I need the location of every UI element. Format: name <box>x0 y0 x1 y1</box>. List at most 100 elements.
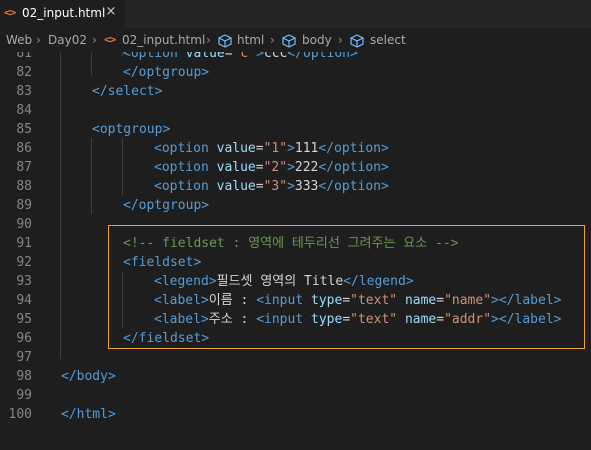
chevron-right-icon: › <box>206 33 211 47</box>
code-text: <option value="c">ccc</option> <box>123 52 358 63</box>
html-file-icon: <> <box>4 6 16 19</box>
symbol-element-icon <box>282 34 296 48</box>
code-token: <option <box>154 141 217 156</box>
code-token: 필드셋 영역의 Title <box>216 274 344 289</box>
breadcrumb-item-select[interactable]: select <box>370 33 406 47</box>
code-line: 92 <fieldset> <box>0 253 591 272</box>
code-token: type <box>311 293 343 308</box>
code-token: </option> <box>318 179 389 194</box>
code-editor[interactable]: 81 <option value="c">ccc</option> 82 </optg… <box>0 52 591 450</box>
code-token: <option <box>154 179 217 194</box>
line-number: 81 <box>16 52 32 61</box>
breadcrumb-item-day02[interactable]: Day02 <box>48 33 87 47</box>
symbol-element-icon <box>350 34 364 48</box>
code-token: value <box>216 141 256 156</box>
code-text: <legend>필드셋 영역의 Title</legend> <box>154 272 414 291</box>
code-token: name <box>404 312 437 327</box>
code-token: "name" <box>444 293 492 308</box>
code-token: ccc <box>263 52 288 61</box>
code-line: 81 <option value="c">ccc</option> <box>0 52 591 63</box>
breadcrumb-item-body[interactable]: body <box>302 33 332 47</box>
code-token: "3" <box>263 179 288 194</box>
code-text: <option value="1">111</option> <box>154 139 389 158</box>
breadcrumb-item-file[interactable]: 02_input.html <box>122 33 205 47</box>
code-text: </optgroup> <box>123 196 209 215</box>
code-token: value <box>185 52 225 61</box>
code-line: 90 <box>0 215 591 234</box>
code-token: <!-- fieldset : 영역에 테두리선 그려주는 요소 --> <box>123 236 459 251</box>
line-number: 99 <box>16 388 32 403</box>
code-token: = <box>436 293 445 308</box>
line-number: 100 <box>8 407 32 422</box>
line-number: 92 <box>16 255 32 270</box>
code-token: </fieldset> <box>123 331 210 346</box>
line-number: 97 <box>16 350 32 365</box>
code-token: </html> <box>61 407 116 422</box>
line-number: 98 <box>16 369 32 384</box>
close-icon[interactable]: × <box>104 5 118 19</box>
chevron-right-icon: › <box>36 33 41 47</box>
code-token: "1" <box>263 141 288 156</box>
code-text: </optgroup> <box>123 63 209 82</box>
code-token: 111 <box>294 141 319 156</box>
tab-label: 02_input.html <box>22 6 106 20</box>
code-token: </option> <box>318 160 389 175</box>
code-text: </fieldset> <box>123 329 209 348</box>
breadcrumb: Web › Day02 › <> 02_input.html › html › … <box>0 30 591 52</box>
line-number: 93 <box>16 274 32 289</box>
code-token: </legend> <box>343 274 414 289</box>
code-token: > <box>491 293 499 308</box>
code-text: </body> <box>61 367 116 386</box>
code-token: </label> <box>498 293 562 308</box>
code-line: 87 <option value="2">222</option> <box>0 158 591 177</box>
code-token: "c" <box>232 52 257 61</box>
code-token: <option <box>123 52 186 61</box>
line-number: 91 <box>16 236 32 251</box>
code-line: 96 </fieldset> <box>0 329 591 348</box>
code-token: value <box>216 179 256 194</box>
line-number: 94 <box>16 293 32 308</box>
code-text: <label>주소 : <input type="text" name="add… <box>154 310 562 329</box>
code-token: > <box>287 179 295 194</box>
tab-bar: <> 02_input.html × <box>0 0 591 28</box>
code-text: </select> <box>92 82 162 101</box>
code-token: <label> <box>154 293 209 308</box>
code-text: <!-- fieldset : 영역에 테두리선 그려주는 요소 --> <box>123 234 459 253</box>
breadcrumb-item-web[interactable]: Web <box>6 33 32 47</box>
code-token: = <box>255 141 264 156</box>
code-token: </option> <box>318 141 389 156</box>
code-text: <fieldset> <box>123 253 201 272</box>
line-number: 90 <box>16 217 32 232</box>
breadcrumb-item-html[interactable]: html <box>237 33 264 47</box>
chevron-right-icon: › <box>338 33 343 47</box>
code-token: > <box>287 141 295 156</box>
code-token: name <box>404 293 437 308</box>
code-token: <input <box>256 293 311 308</box>
code-token: > <box>491 312 499 327</box>
line-number: 96 <box>16 331 32 346</box>
code-line: 82 </optgroup> <box>0 63 591 82</box>
tab-02-input-html[interactable]: <> 02_input.html × <box>0 0 125 28</box>
code-token: "text" <box>350 293 398 308</box>
line-number: 84 <box>16 103 32 118</box>
code-token: </optgroup> <box>123 198 210 213</box>
code-token: <optgroup> <box>92 122 171 137</box>
code-token: </optgroup> <box>123 65 210 80</box>
code-line: 89 </optgroup> <box>0 196 591 215</box>
code-token: type <box>311 312 343 327</box>
code-token: value <box>216 160 256 175</box>
symbol-element-icon <box>218 34 232 48</box>
code-text: <option value="2">222</option> <box>154 158 389 177</box>
line-number: 82 <box>16 65 32 80</box>
code-line: 95 <label>주소 : <input type="text" name="a… <box>0 310 591 329</box>
line-number: 87 <box>16 160 32 175</box>
code-token: = <box>224 52 233 61</box>
code-token: <label> <box>154 312 209 327</box>
code-token: </option> <box>287 52 358 61</box>
code-text: <optgroup> <box>92 120 170 139</box>
code-token: <legend> <box>154 274 217 289</box>
code-token: = <box>436 312 445 327</box>
code-token: = <box>255 160 264 175</box>
code-token: <option <box>154 160 217 175</box>
